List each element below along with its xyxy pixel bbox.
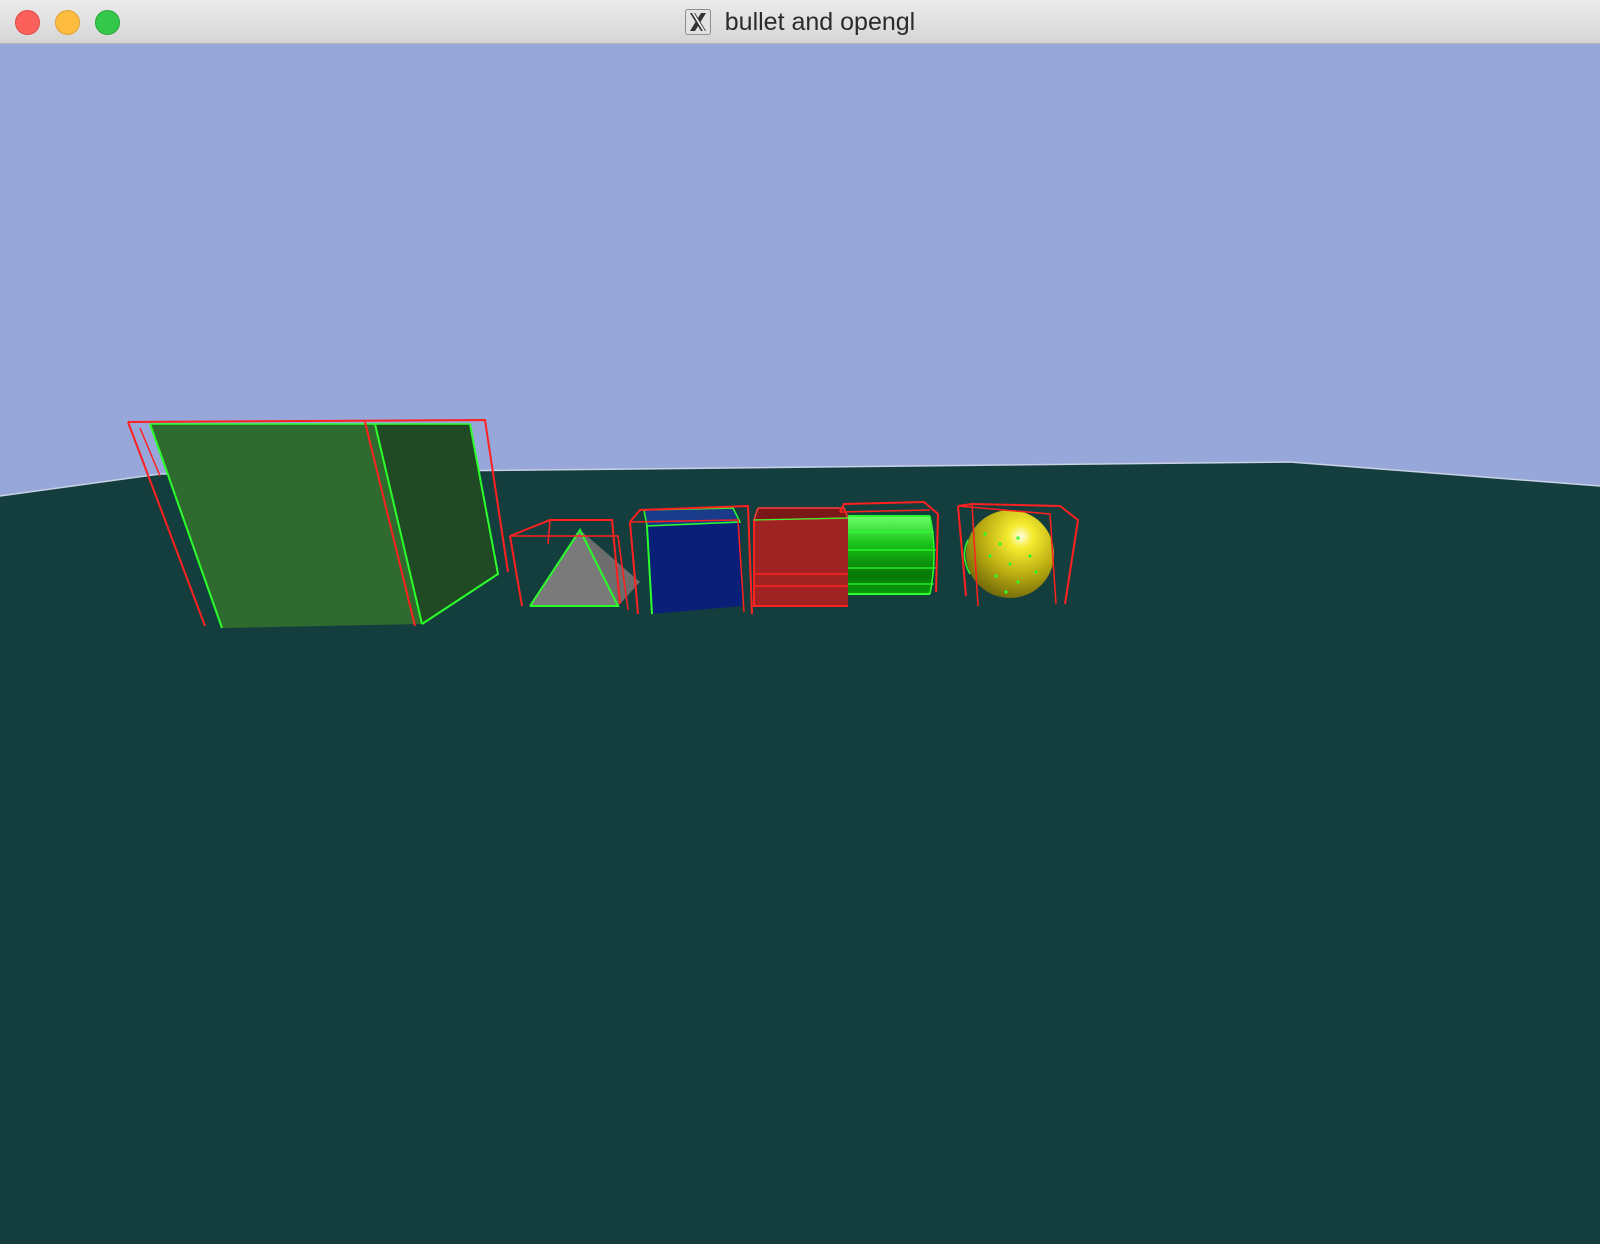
close-button[interactable] — [15, 10, 40, 35]
x11-icon — [684, 9, 711, 35]
zoom-button[interactable] — [95, 10, 120, 35]
minimize-button[interactable] — [55, 10, 80, 35]
cylinder — [839, 500, 940, 595]
title-group: bullet and opengl — [0, 0, 1600, 44]
red-box — [752, 507, 850, 607]
app-window: bullet and opengl — [0, 0, 1600, 1244]
window-title: bullet and opengl — [724, 7, 916, 36]
title-bar[interactable]: bullet and opengl — [0, 0, 1600, 44]
scene-svg — [0, 44, 1600, 1244]
opengl-viewport[interactable] — [0, 44, 1600, 1244]
